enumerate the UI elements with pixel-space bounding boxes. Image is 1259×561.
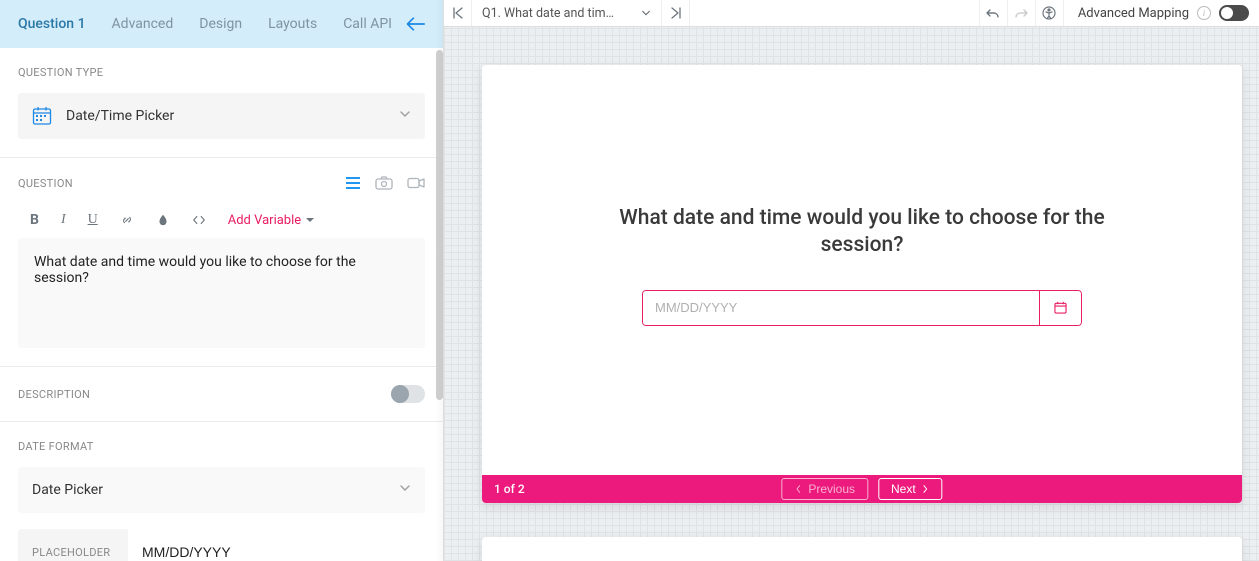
toggle-knob (391, 385, 409, 403)
question-type-label: QUESTION TYPE (18, 66, 425, 79)
chevron-down-icon (641, 8, 651, 18)
tab-call-api[interactable]: Call API (343, 16, 392, 32)
placeholder-row: PLACEHOLDER (18, 529, 425, 561)
next-card-peek (482, 537, 1242, 561)
question-dropdown[interactable]: Q1. What date and tim… (472, 0, 662, 26)
question-type-value: Date/Time Picker (66, 108, 174, 124)
left-panel: Question 1 Advanced Design Layouts Call … (0, 0, 444, 561)
tab-design[interactable]: Design (199, 16, 242, 32)
section-description: DESCRIPTION (0, 367, 443, 422)
camera-icon[interactable] (375, 176, 393, 190)
previous-label: Previous (808, 482, 855, 496)
next-button[interactable]: Next (878, 478, 943, 500)
list-icon[interactable] (345, 176, 361, 190)
section-question: QUESTION B I U (0, 158, 443, 367)
next-label: Next (891, 482, 916, 496)
left-tabs: Question 1 Advanced Design Layouts Call … (0, 0, 443, 48)
placeholder-input-cell[interactable] (128, 529, 425, 561)
scrollbar-thumb[interactable] (436, 50, 443, 400)
preview-card: What date and time would you like to cho… (482, 65, 1242, 503)
card-body: What date and time would you like to cho… (482, 65, 1242, 475)
tab-advanced[interactable]: Advanced (112, 16, 174, 32)
chevron-down-icon (399, 108, 411, 124)
card-footer: 1 of 2 Previous Next (482, 475, 1242, 503)
code-icon[interactable] (192, 213, 206, 227)
preview-toolbar: Q1. What date and tim… Advanced Mapping … (444, 0, 1259, 27)
date-format-select[interactable]: Date Picker (18, 467, 425, 513)
advanced-mapping-label: Advanced Mapping (1078, 6, 1189, 21)
section-date-format: DATE FORMAT Date Picker PLACEHOLDER (0, 422, 443, 561)
left-scrollbar[interactable] (436, 50, 443, 561)
calendar-icon (32, 106, 52, 126)
chevron-down-icon (399, 482, 411, 498)
preview-question-title: What date and time would you like to cho… (602, 205, 1122, 260)
section-question-type: QUESTION TYPE Date/Time Picker (0, 48, 443, 158)
info-icon[interactable]: i (1197, 6, 1211, 20)
tab-layouts[interactable]: Layouts (268, 16, 317, 32)
placeholder-label: PLACEHOLDER (18, 529, 128, 561)
back-arrow-icon[interactable] (405, 17, 425, 31)
page-indicator: 1 of 2 (494, 482, 525, 496)
editor-toolbar: B I U Add Variable (18, 202, 425, 238)
underline-button[interactable]: U (88, 212, 98, 228)
link-icon[interactable] (120, 213, 134, 227)
placeholder-input[interactable] (142, 544, 411, 560)
italic-button[interactable]: I (61, 212, 66, 228)
caret-down-icon (306, 218, 314, 222)
color-drop-icon[interactable] (156, 213, 170, 227)
footer-nav: Previous Next (781, 478, 942, 500)
add-variable-button[interactable]: Add Variable (228, 213, 314, 228)
previous-button[interactable]: Previous (781, 478, 868, 500)
advanced-mapping-section: Advanced Mapping i (1064, 0, 1259, 26)
question-section-label: QUESTION (18, 177, 73, 190)
add-variable-label: Add Variable (228, 213, 301, 228)
date-format-value: Date Picker (32, 482, 103, 498)
question-type-select[interactable]: Date/Time Picker (18, 93, 425, 139)
left-content-scroll[interactable]: QUESTION TYPE Date/Time Picker QUESTION (0, 48, 443, 561)
bold-button[interactable]: B (30, 212, 39, 228)
description-toggle[interactable] (391, 385, 425, 403)
date-text-field[interactable] (643, 291, 1039, 325)
description-label: DESCRIPTION (18, 388, 90, 401)
video-icon[interactable] (407, 176, 425, 190)
calendar-picker-button[interactable] (1039, 291, 1081, 325)
date-input[interactable] (642, 290, 1082, 326)
advanced-mapping-toggle[interactable] (1219, 5, 1249, 21)
toolbar-spacer (690, 0, 980, 26)
question-text-input[interactable]: What date and time would you like to cho… (18, 238, 425, 348)
prev-question-button[interactable] (444, 0, 472, 26)
preview-canvas[interactable]: What date and time would you like to cho… (444, 27, 1259, 561)
date-format-label: DATE FORMAT (18, 440, 425, 453)
undo-button[interactable] (980, 0, 1008, 26)
next-question-button[interactable] (662, 0, 690, 26)
accessibility-button[interactable] (1036, 0, 1064, 26)
redo-button[interactable] (1008, 0, 1036, 26)
question-dropdown-text: Q1. What date and tim… (482, 6, 633, 21)
toggle-knob (1221, 7, 1233, 19)
right-panel: Q1. What date and tim… Advanced Mapping … (444, 0, 1259, 561)
tab-question-1[interactable]: Question 1 (18, 16, 86, 32)
